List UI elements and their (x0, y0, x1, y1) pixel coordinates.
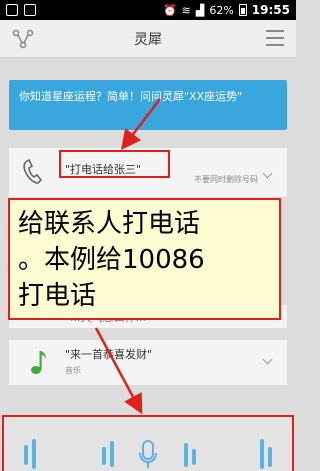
sound-wave-right (184, 443, 188, 467)
sound-wave-right (268, 447, 272, 467)
annotation-callout: 给联系人打电话 。本例给10086 打电话 (8, 198, 281, 320)
annotation-highlight-box (59, 150, 170, 178)
music-note-icon (31, 351, 46, 374)
menu-icon[interactable] (266, 30, 284, 46)
tip-text: 你知道星座运程？简单！问问灵犀"XX座运势" (19, 90, 243, 103)
sound-wave-left (110, 441, 114, 467)
battery-percent: 62% (209, 3, 234, 17)
sound-wave-right (192, 449, 196, 465)
status-bar: ⏰ ≋ ▟ 62% 19:55 (0, 0, 296, 20)
share-icon[interactable] (12, 28, 34, 50)
sound-wave-left (32, 439, 36, 469)
command-subtext: 音乐 (65, 366, 81, 375)
sound-wave-right (260, 439, 264, 469)
callout-line-2: 。本例给10086 (18, 245, 205, 275)
notification-icon (6, 4, 18, 16)
command-subtext: 不要同时删除号码 (194, 175, 258, 184)
command-text: "来一首恭喜发财" (65, 348, 153, 361)
clock-time: 19:55 (251, 3, 290, 17)
image-icon (24, 4, 36, 16)
sound-wave-left (24, 445, 28, 465)
callout-line-3: 打电话 (18, 281, 97, 311)
battery-icon (238, 4, 247, 16)
callout-line-1: 给联系人打电话 (18, 209, 201, 239)
microphone-icon[interactable] (137, 439, 159, 469)
chevron-down-icon[interactable] (262, 168, 273, 179)
command-item-music[interactable]: "来一首恭喜发财" 音乐 (9, 340, 287, 386)
chevron-down-icon[interactable] (262, 354, 273, 365)
app-header: 灵犀 (0, 20, 296, 58)
tip-banner[interactable]: 你知道星座运程？简单！问问灵犀"XX座运势" (9, 80, 287, 130)
sound-wave-left (102, 447, 106, 465)
alarm-icon: ⏰ (162, 3, 177, 17)
voice-input-bar (2, 415, 294, 471)
signal-icon: ▟ (195, 3, 205, 17)
phone-icon (23, 158, 43, 184)
page-title: 灵犀 (134, 31, 162, 48)
wifi-icon: ≋ (181, 3, 191, 17)
